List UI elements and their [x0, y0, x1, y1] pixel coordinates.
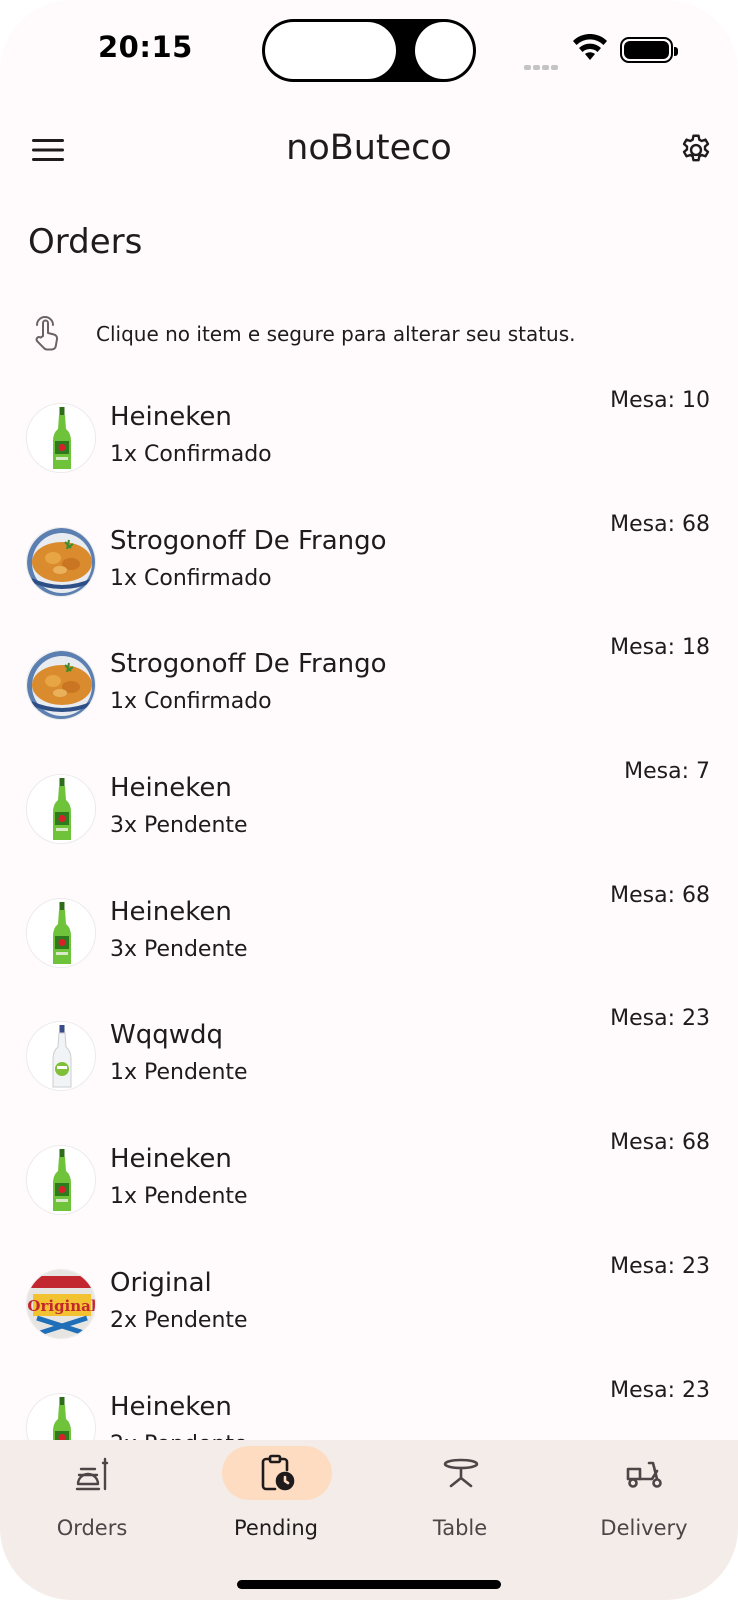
order-item-quantity-status: 1x Confirmado — [110, 689, 272, 715]
order-item-name: Heineken — [110, 1391, 232, 1422]
order-item-name: Heineken — [110, 773, 232, 804]
dynamic-island — [262, 19, 476, 82]
table-icon — [406, 1446, 516, 1500]
gear-icon[interactable] — [670, 124, 722, 176]
order-item-table: Mesa: 68 — [610, 511, 710, 537]
order-item[interactable]: Heineken 2x Pendente Mesa: 23 — [0, 1368, 738, 1441]
order-item[interactable]: Heineken 3x Pendente Mesa: 7 — [0, 749, 738, 873]
order-item-table: Mesa: 7 — [624, 759, 710, 785]
stroganoff-dish-image — [26, 650, 96, 721]
nav-label: Table — [432, 1516, 488, 1540]
order-item-name: Wqqwdq — [110, 1020, 223, 1051]
home-indicator[interactable] — [237, 1580, 501, 1589]
hint-row: Clique no item e segure para alterar seu… — [28, 312, 576, 356]
order-item-quantity-status: 1x Confirmado — [110, 442, 272, 467]
order-item-name: Strogonoff De Frango — [110, 649, 387, 680]
nav-label: Pending — [234, 1516, 318, 1540]
cellular-signal-icon — [524, 55, 560, 74]
page-title: Orders — [28, 222, 143, 262]
order-item[interactable]: Wqqwdq 1x Pendente Mesa: 23 — [0, 996, 738, 1120]
order-item-name: Heineken — [110, 896, 232, 927]
order-item[interactable]: Strogonoff De Frango 1x Confirmado Mesa:… — [0, 502, 738, 626]
order-item-name: Heineken — [110, 402, 232, 432]
order-item-name: Heineken — [110, 1144, 232, 1175]
order-item-table: Mesa: 18 — [610, 635, 710, 661]
bottom-navigation: Orders Pending Table Delivery — [0, 1440, 738, 1600]
nav-table[interactable]: Table — [368, 1440, 552, 1560]
moped-icon — [590, 1446, 700, 1500]
clear-bottle-image — [26, 1021, 96, 1092]
battery-icon — [620, 37, 678, 63]
food-tray-icon — [38, 1446, 148, 1500]
phone-screen: 20:15 noButeco Orders Clique no item e s… — [0, 0, 738, 1600]
order-item[interactable]: Strogonoff De Frango 1x Confirmado Mesa:… — [0, 625, 738, 749]
order-item-name: Strogonoff De Frango — [110, 525, 387, 556]
app-title: noButeco — [286, 128, 452, 168]
order-item-table: Mesa: 68 — [610, 1130, 710, 1156]
original-beer-label-image — [26, 1268, 96, 1339]
green-beer-bottle-image — [26, 403, 96, 473]
green-beer-bottle-image — [26, 1392, 96, 1440]
order-item[interactable]: Heineken 3x Pendente Mesa: 68 — [0, 873, 738, 997]
order-item-quantity-status: 1x Confirmado — [110, 565, 272, 591]
stroganoff-dish-image — [26, 526, 96, 597]
status-time: 20:15 — [98, 30, 193, 64]
order-item-quantity-status: 2x Pendente — [110, 1432, 248, 1441]
order-item-table: Mesa: 10 — [610, 388, 710, 413]
order-item-table: Mesa: 23 — [610, 1377, 710, 1403]
order-item-name: Original — [110, 1267, 212, 1298]
order-item-quantity-status: 3x Pendente — [110, 813, 248, 839]
order-item[interactable]: Heineken 1x Confirmado Mesa: 10 — [0, 378, 738, 502]
status-bar: 20:15 — [0, 0, 738, 100]
green-beer-bottle-image — [26, 774, 96, 845]
nav-pending[interactable]: Pending — [184, 1440, 368, 1560]
order-item-table: Mesa: 68 — [610, 882, 710, 908]
order-item-table: Mesa: 23 — [610, 1006, 710, 1032]
order-item[interactable]: Original 2x Pendente Mesa: 23 — [0, 1244, 738, 1368]
order-list: Heineken 1x Confirmado Mesa: 10 Strogono… — [0, 378, 738, 1440]
order-item-quantity-status: 1x Pendente — [110, 1060, 248, 1086]
hint-text: Clique no item e segure para alterar seu… — [96, 322, 576, 346]
clipboard-clock-icon — [222, 1446, 332, 1500]
nav-label: Delivery — [600, 1516, 688, 1540]
order-item-table: Mesa: 23 — [610, 1253, 710, 1279]
green-beer-bottle-image — [26, 1145, 96, 1216]
nav-orders[interactable]: Orders — [0, 1440, 184, 1560]
nav-delivery[interactable]: Delivery — [552, 1440, 736, 1560]
nav-label: Orders — [56, 1516, 128, 1540]
green-beer-bottle-image — [26, 897, 96, 968]
order-item-quantity-status: 3x Pendente — [110, 936, 248, 962]
app-bar: noButeco — [0, 110, 738, 190]
order-item-quantity-status: 2x Pendente — [110, 1307, 248, 1333]
wifi-icon — [572, 33, 608, 66]
order-item[interactable]: Heineken 1x Pendente Mesa: 68 — [0, 1120, 738, 1244]
order-item-quantity-status: 1x Pendente — [110, 1184, 248, 1210]
touch-hold-icon — [28, 312, 68, 356]
